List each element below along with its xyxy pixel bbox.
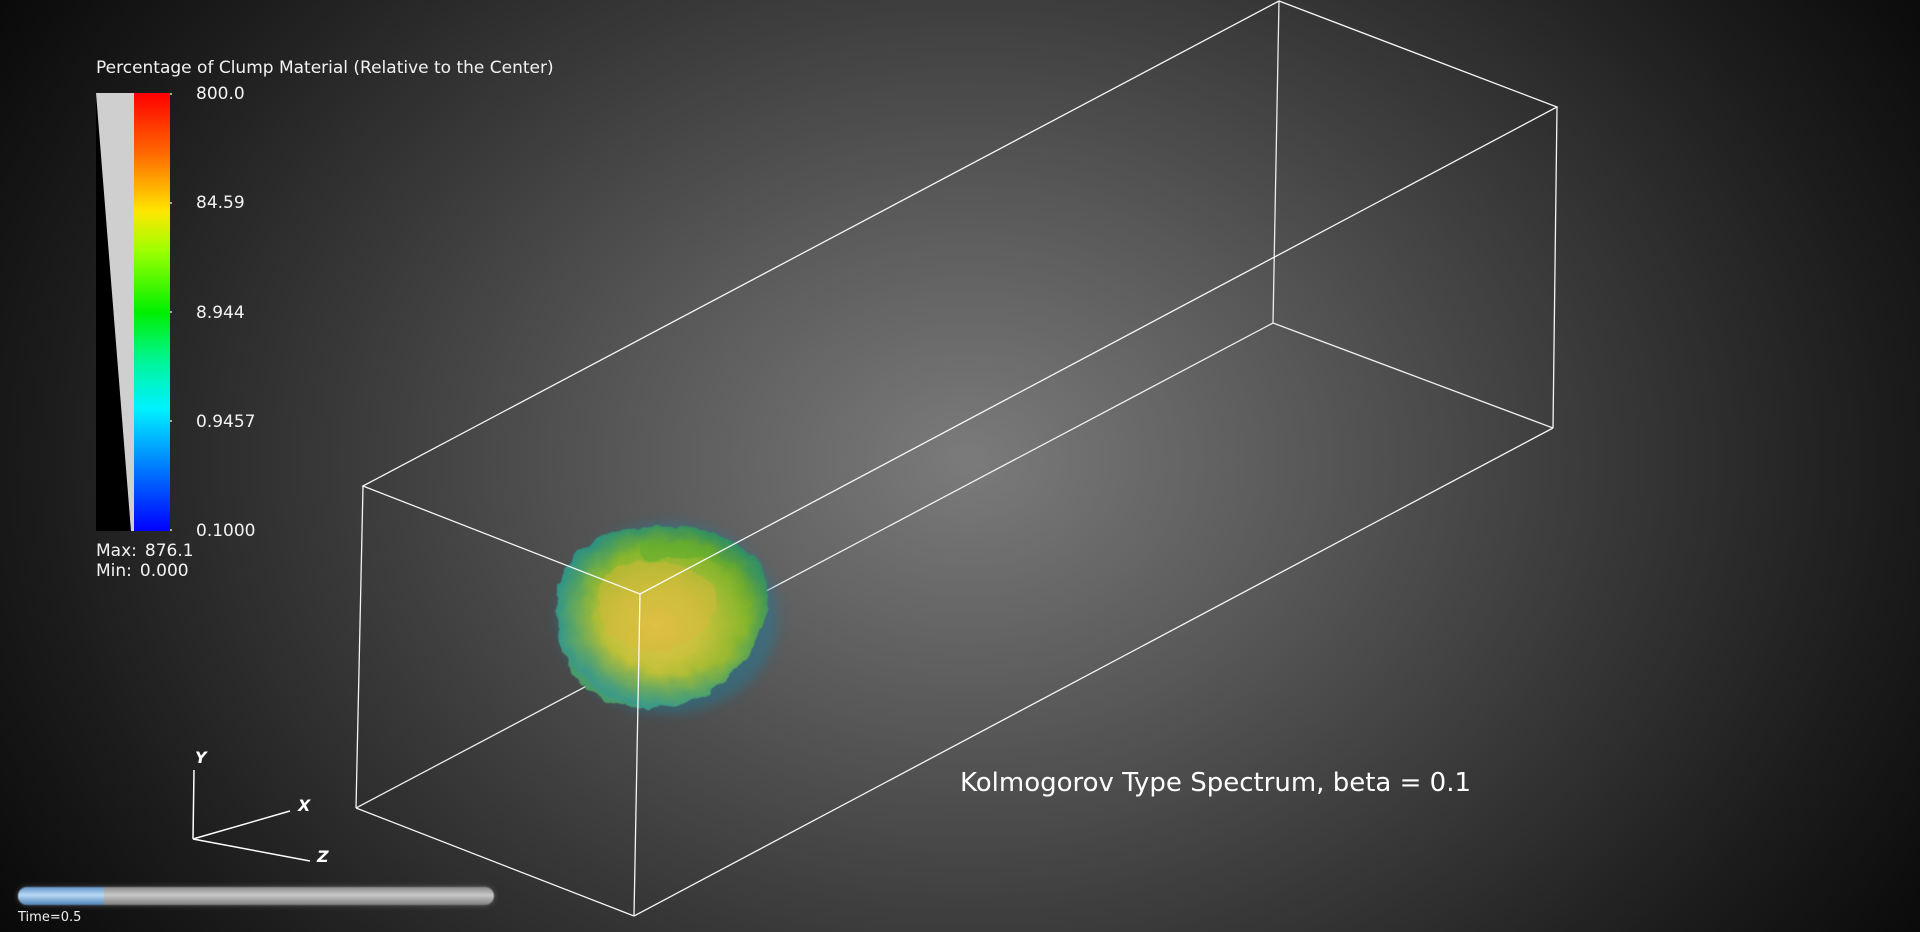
colorbar-min-row: Min: 0.000 (96, 563, 189, 580)
z-axis-label: Z (317, 847, 329, 866)
colorbar-max-row: Max: 876.1 (96, 543, 194, 560)
render-viewport[interactable]: Percentage of Clump Material (Relative t… (0, 0, 1920, 932)
time-slider[interactable] (18, 887, 494, 905)
y-axis-label: Y (195, 748, 207, 767)
colorbar-tick-label: 800.0 (196, 84, 245, 104)
x-axis-line (192, 810, 291, 840)
max-value: 876.1 (144, 541, 194, 561)
min-label: Min: (96, 561, 132, 581)
time-label: Time=0.5 (18, 910, 82, 925)
x-axis-label: X (298, 796, 311, 815)
colorbar-gradient (134, 93, 170, 531)
time-slider-fill (18, 887, 104, 905)
orientation-axes (192, 769, 311, 862)
colorbar-tick-label: 8.944 (196, 303, 245, 323)
min-value: 0.000 (139, 561, 189, 581)
colorbar-title: Percentage of Clump Material (Relative t… (96, 58, 554, 78)
z-axis-line (192, 838, 311, 862)
colorbar-tick-label: 84.59 (196, 193, 245, 213)
colorbar (96, 93, 172, 531)
colorbar-tick-label: 0.9457 (196, 412, 256, 432)
y-axis-line (192, 769, 195, 840)
max-label: Max: (96, 541, 137, 561)
bounding-box-back (355, 0, 1554, 809)
annotation-text: Kolmogorov Type Spectrum, beta = 0.1 (960, 768, 1471, 798)
colorbar-tick-label: 0.1000 (196, 521, 256, 541)
